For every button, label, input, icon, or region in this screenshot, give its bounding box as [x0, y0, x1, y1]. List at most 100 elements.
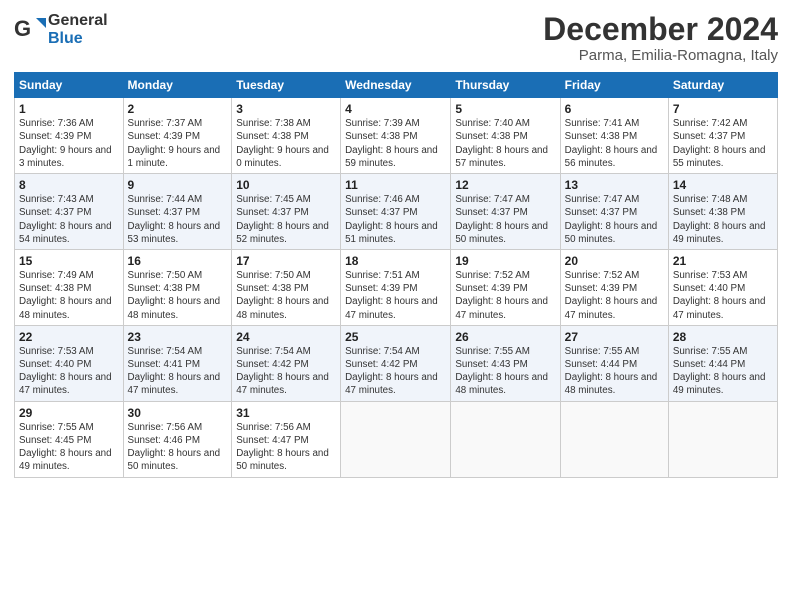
- sunset-text: Sunset: 4:46 PM: [128, 434, 228, 447]
- daylight-text: Daylight: 8 hours and 55 minutes.: [673, 144, 773, 170]
- sunrise-text: Sunrise: 7:56 AM: [236, 421, 336, 434]
- daylight-text: Daylight: 8 hours and 48 minutes.: [236, 295, 336, 321]
- sunrise-text: Sunrise: 7:55 AM: [455, 345, 555, 358]
- sunrise-text: Sunrise: 7:50 AM: [128, 269, 228, 282]
- sunrise-text: Sunrise: 7:47 AM: [565, 193, 664, 206]
- day-info: Sunrise: 7:47 AM Sunset: 4:37 PM Dayligh…: [565, 193, 664, 246]
- sunset-text: Sunset: 4:42 PM: [236, 358, 336, 371]
- col-monday: Monday: [123, 73, 232, 98]
- logo-icon: G: [14, 14, 46, 46]
- day-number: 14: [673, 178, 773, 192]
- calendar-cell: 10 Sunrise: 7:45 AM Sunset: 4:37 PM Dayl…: [232, 174, 341, 250]
- daylight-text: Daylight: 8 hours and 47 minutes.: [128, 371, 228, 397]
- calendar-cell: 24 Sunrise: 7:54 AM Sunset: 4:42 PM Dayl…: [232, 325, 341, 401]
- sunrise-text: Sunrise: 7:42 AM: [673, 117, 773, 130]
- sunrise-text: Sunrise: 7:45 AM: [236, 193, 336, 206]
- col-thursday: Thursday: [451, 73, 560, 98]
- sunset-text: Sunset: 4:47 PM: [236, 434, 336, 447]
- page-subtitle: Parma, Emilia-Romagna, Italy: [543, 47, 778, 64]
- sunset-text: Sunset: 4:37 PM: [565, 206, 664, 219]
- calendar-cell: [668, 401, 777, 477]
- daylight-text: Daylight: 8 hours and 57 minutes.: [455, 144, 555, 170]
- sunset-text: Sunset: 4:40 PM: [19, 358, 119, 371]
- day-number: 18: [345, 254, 446, 268]
- daylight-text: Daylight: 8 hours and 54 minutes.: [19, 220, 119, 246]
- daylight-text: Daylight: 8 hours and 49 minutes.: [673, 371, 773, 397]
- day-number: 15: [19, 254, 119, 268]
- day-number: 12: [455, 178, 555, 192]
- sunrise-text: Sunrise: 7:55 AM: [565, 345, 664, 358]
- page-header: G General Blue December 2024 Parma, Emil…: [14, 12, 778, 64]
- sunset-text: Sunset: 4:38 PM: [565, 130, 664, 143]
- sunset-text: Sunset: 4:38 PM: [236, 282, 336, 295]
- day-info: Sunrise: 7:36 AM Sunset: 4:39 PM Dayligh…: [19, 117, 119, 170]
- day-info: Sunrise: 7:51 AM Sunset: 4:39 PM Dayligh…: [345, 269, 446, 322]
- sunrise-text: Sunrise: 7:48 AM: [673, 193, 773, 206]
- sunrise-text: Sunrise: 7:54 AM: [345, 345, 446, 358]
- daylight-text: Daylight: 8 hours and 47 minutes.: [565, 295, 664, 321]
- calendar-cell: 28 Sunrise: 7:55 AM Sunset: 4:44 PM Dayl…: [668, 325, 777, 401]
- day-info: Sunrise: 7:50 AM Sunset: 4:38 PM Dayligh…: [236, 269, 336, 322]
- col-wednesday: Wednesday: [341, 73, 451, 98]
- sunset-text: Sunset: 4:41 PM: [128, 358, 228, 371]
- sunset-text: Sunset: 4:37 PM: [455, 206, 555, 219]
- sunset-text: Sunset: 4:43 PM: [455, 358, 555, 371]
- day-info: Sunrise: 7:55 AM Sunset: 4:45 PM Dayligh…: [19, 421, 119, 474]
- calendar-cell: 6 Sunrise: 7:41 AM Sunset: 4:38 PM Dayli…: [560, 98, 668, 174]
- sunrise-text: Sunrise: 7:53 AM: [673, 269, 773, 282]
- daylight-text: Daylight: 8 hours and 49 minutes.: [19, 447, 119, 473]
- calendar-cell: 16 Sunrise: 7:50 AM Sunset: 4:38 PM Dayl…: [123, 249, 232, 325]
- daylight-text: Daylight: 8 hours and 47 minutes.: [455, 295, 555, 321]
- day-number: 2: [128, 102, 228, 116]
- calendar-cell: 5 Sunrise: 7:40 AM Sunset: 4:38 PM Dayli…: [451, 98, 560, 174]
- calendar-cell: 30 Sunrise: 7:56 AM Sunset: 4:46 PM Dayl…: [123, 401, 232, 477]
- day-number: 11: [345, 178, 446, 192]
- day-number: 10: [236, 178, 336, 192]
- calendar-row: 22 Sunrise: 7:53 AM Sunset: 4:40 PM Dayl…: [15, 325, 778, 401]
- day-number: 5: [455, 102, 555, 116]
- sunrise-text: Sunrise: 7:37 AM: [128, 117, 228, 130]
- day-info: Sunrise: 7:42 AM Sunset: 4:37 PM Dayligh…: [673, 117, 773, 170]
- logo: G General Blue: [14, 12, 108, 47]
- calendar-cell: 12 Sunrise: 7:47 AM Sunset: 4:37 PM Dayl…: [451, 174, 560, 250]
- sunrise-text: Sunrise: 7:44 AM: [128, 193, 228, 206]
- day-info: Sunrise: 7:47 AM Sunset: 4:37 PM Dayligh…: [455, 193, 555, 246]
- sunset-text: Sunset: 4:37 PM: [345, 206, 446, 219]
- sunset-text: Sunset: 4:38 PM: [673, 206, 773, 219]
- sunset-text: Sunset: 4:42 PM: [345, 358, 446, 371]
- sunrise-text: Sunrise: 7:46 AM: [345, 193, 446, 206]
- daylight-text: Daylight: 8 hours and 47 minutes.: [19, 371, 119, 397]
- day-number: 3: [236, 102, 336, 116]
- day-info: Sunrise: 7:53 AM Sunset: 4:40 PM Dayligh…: [19, 345, 119, 398]
- col-saturday: Saturday: [668, 73, 777, 98]
- day-number: 27: [565, 330, 664, 344]
- calendar-table: Sunday Monday Tuesday Wednesday Thursday…: [14, 72, 778, 477]
- day-info: Sunrise: 7:54 AM Sunset: 4:41 PM Dayligh…: [128, 345, 228, 398]
- col-sunday: Sunday: [15, 73, 124, 98]
- day-info: Sunrise: 7:53 AM Sunset: 4:40 PM Dayligh…: [673, 269, 773, 322]
- day-info: Sunrise: 7:43 AM Sunset: 4:37 PM Dayligh…: [19, 193, 119, 246]
- day-number: 20: [565, 254, 664, 268]
- col-friday: Friday: [560, 73, 668, 98]
- sunset-text: Sunset: 4:38 PM: [128, 282, 228, 295]
- day-number: 1: [19, 102, 119, 116]
- daylight-text: Daylight: 8 hours and 48 minutes.: [455, 371, 555, 397]
- sunset-text: Sunset: 4:39 PM: [345, 282, 446, 295]
- day-number: 16: [128, 254, 228, 268]
- calendar-row: 8 Sunrise: 7:43 AM Sunset: 4:37 PM Dayli…: [15, 174, 778, 250]
- calendar-cell: 27 Sunrise: 7:55 AM Sunset: 4:44 PM Dayl…: [560, 325, 668, 401]
- page-title: December 2024: [543, 12, 778, 47]
- sunrise-text: Sunrise: 7:52 AM: [455, 269, 555, 282]
- day-number: 21: [673, 254, 773, 268]
- svg-text:G: G: [14, 16, 31, 41]
- day-info: Sunrise: 7:54 AM Sunset: 4:42 PM Dayligh…: [345, 345, 446, 398]
- sunset-text: Sunset: 4:39 PM: [565, 282, 664, 295]
- daylight-text: Daylight: 9 hours and 0 minutes.: [236, 144, 336, 170]
- calendar-cell: 1 Sunrise: 7:36 AM Sunset: 4:39 PM Dayli…: [15, 98, 124, 174]
- daylight-text: Daylight: 8 hours and 47 minutes.: [673, 295, 773, 321]
- day-number: 9: [128, 178, 228, 192]
- sunrise-text: Sunrise: 7:53 AM: [19, 345, 119, 358]
- sunrise-text: Sunrise: 7:51 AM: [345, 269, 446, 282]
- day-info: Sunrise: 7:38 AM Sunset: 4:38 PM Dayligh…: [236, 117, 336, 170]
- daylight-text: Daylight: 9 hours and 3 minutes.: [19, 144, 119, 170]
